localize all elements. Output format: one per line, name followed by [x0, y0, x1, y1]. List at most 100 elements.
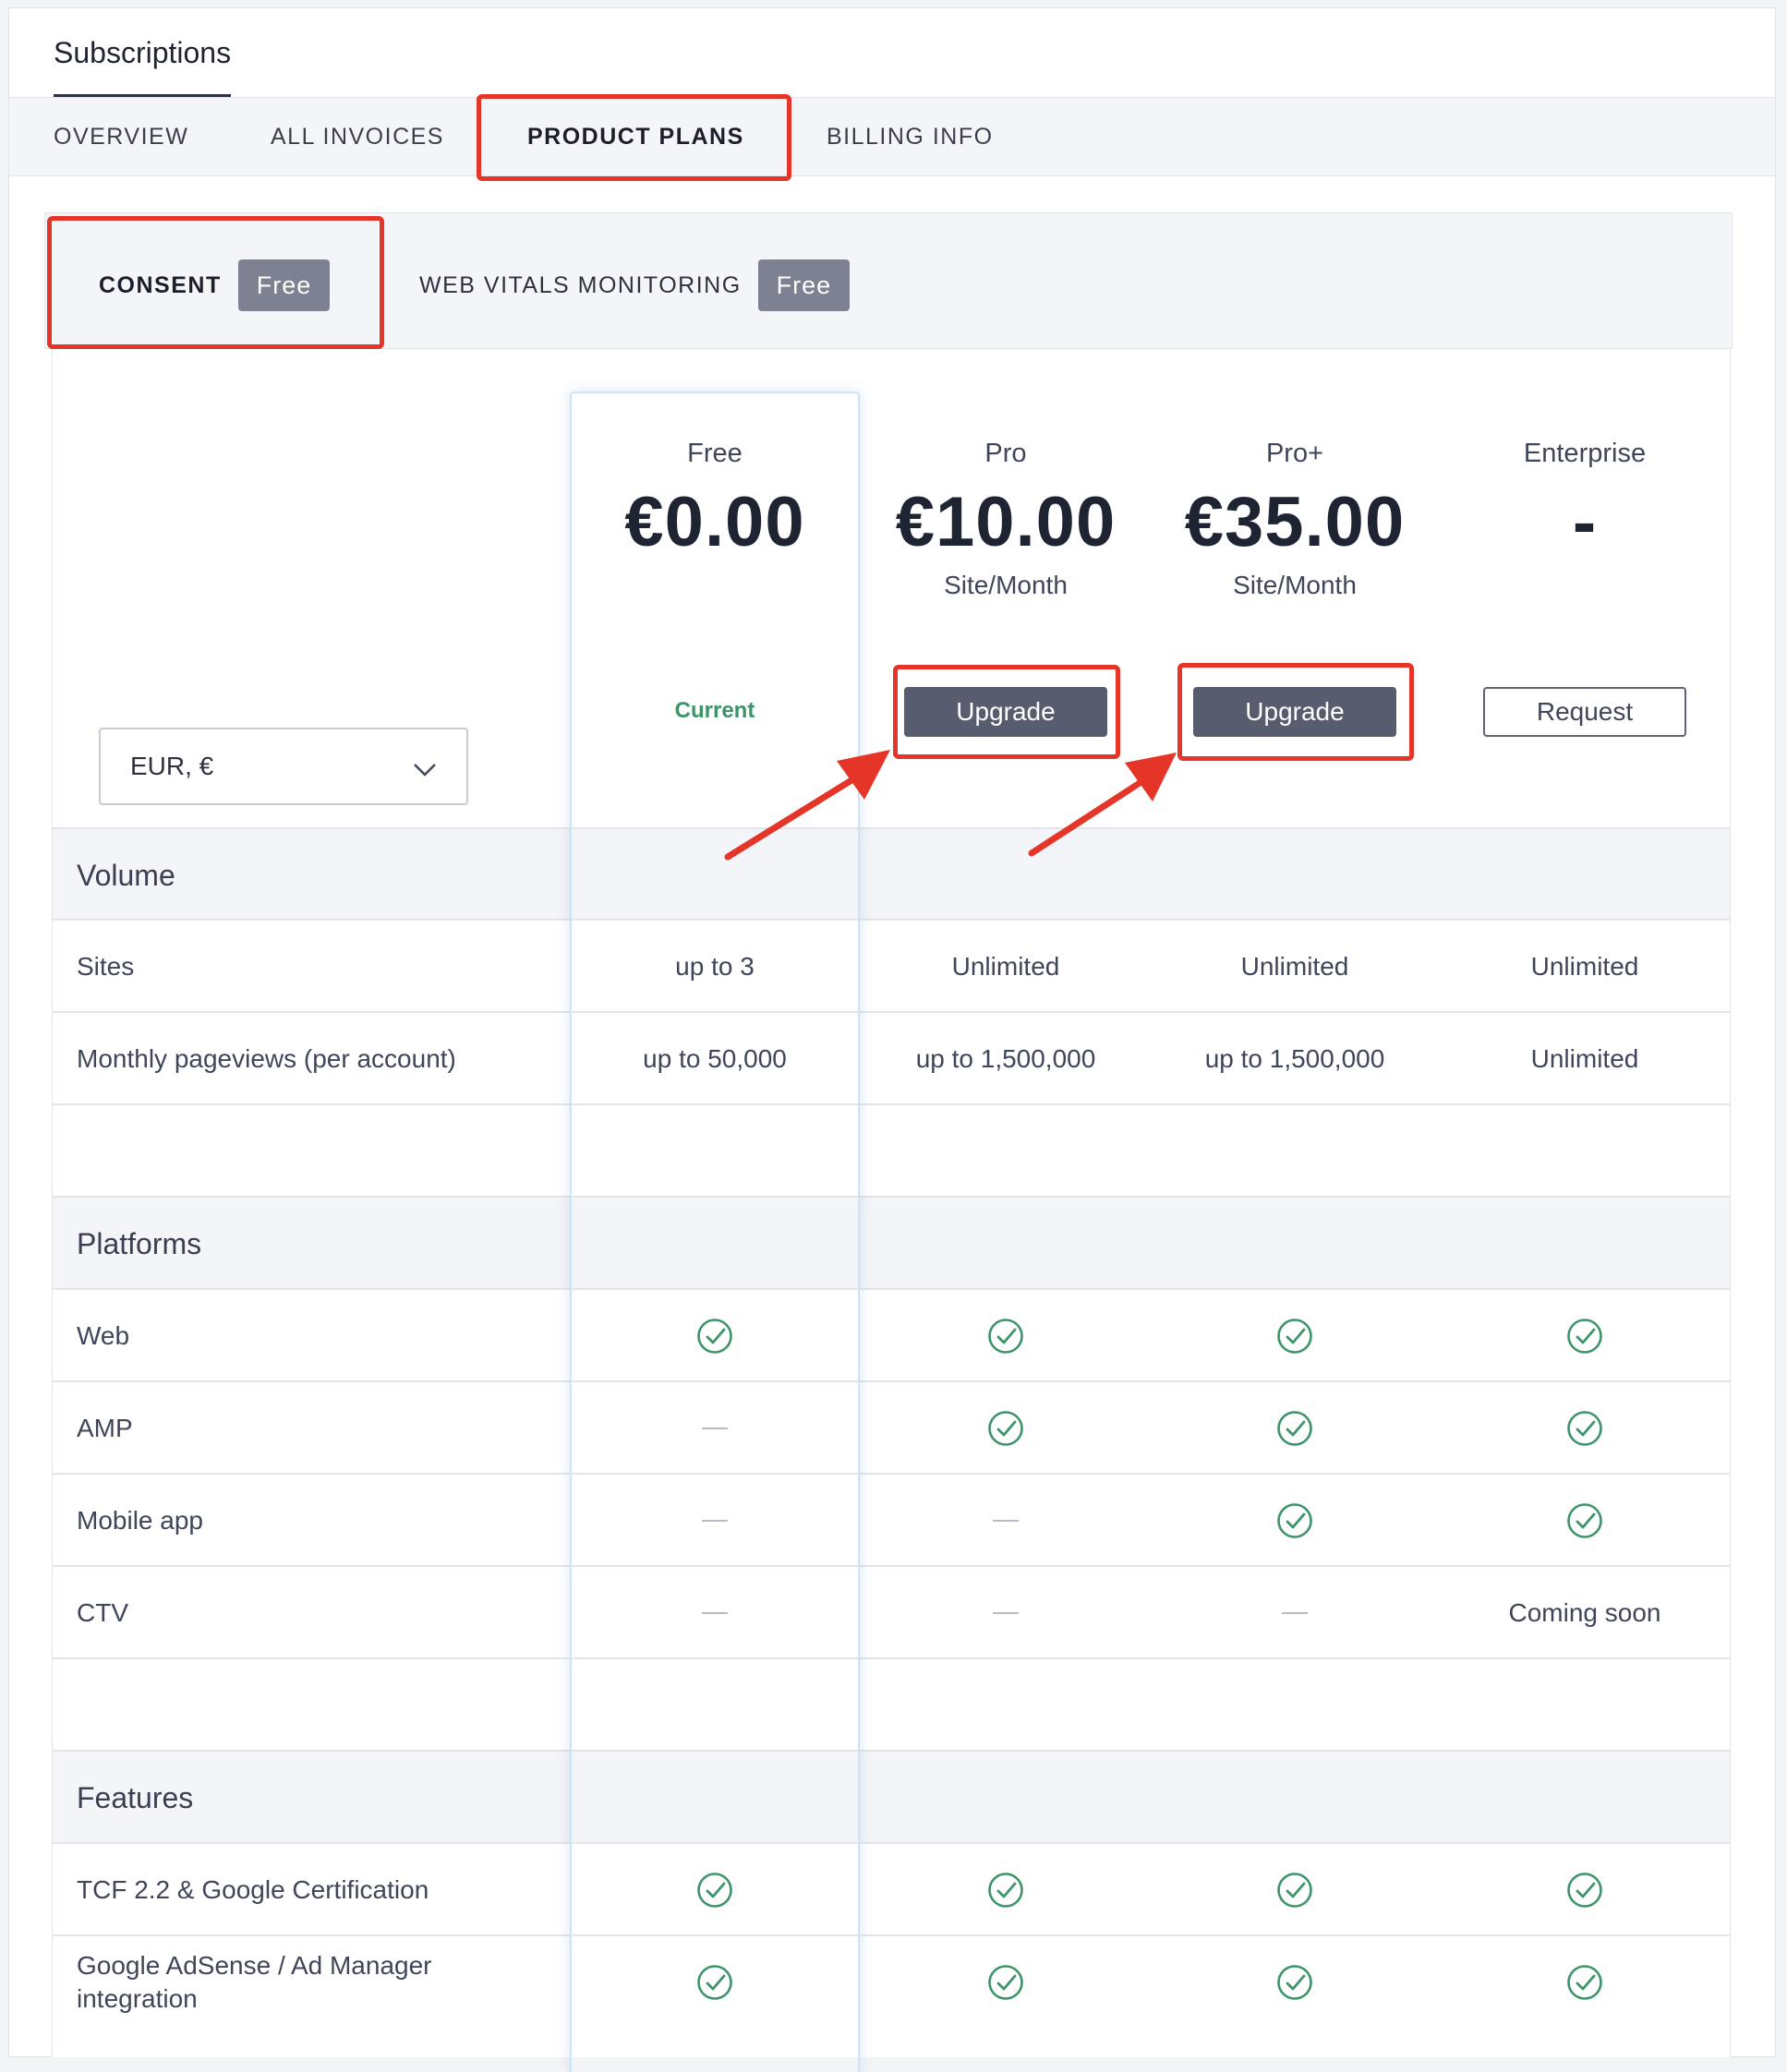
- sub-tab-web-vitals-label: WEB VITALS MONITORING: [419, 271, 742, 298]
- row-amp: AMP: [53, 1380, 1730, 1473]
- check-icon: [697, 1319, 732, 1354]
- plan-price-pro: €10.00: [895, 483, 1117, 561]
- check-icon: [1567, 1873, 1602, 1908]
- web-enterprise: [1446, 1290, 1723, 1382]
- check-icon: [1277, 1411, 1312, 1446]
- row-tcf-label: TCF 2.2 & Google Certification: [77, 1875, 429, 1904]
- row-ctv: CTV Coming soon: [53, 1565, 1730, 1657]
- ctv-free: [576, 1567, 853, 1659]
- check-icon: [988, 1319, 1023, 1354]
- tcf-enterprise: [1446, 1844, 1723, 1936]
- row-sites: Sites up to 3 Unlimited Unlimited Unlimi…: [53, 919, 1730, 1011]
- dash-icon: [1282, 1612, 1308, 1614]
- plan-unit-pro-plus: Site/Month: [1233, 571, 1357, 599]
- check-icon: [1567, 1503, 1602, 1538]
- check-icon: [988, 1411, 1023, 1446]
- section-features-label: Features: [77, 1781, 194, 1814]
- row-sites-label: Sites: [77, 952, 135, 981]
- dash-icon: [993, 1520, 1019, 1522]
- sites-free: up to 3: [675, 952, 755, 981]
- tab-all-invoices[interactable]: ALL INVOICES: [271, 98, 444, 175]
- tcf-pro: [867, 1844, 1144, 1936]
- row-ctv-label: CTV: [77, 1598, 128, 1627]
- check-icon: [1277, 1965, 1312, 2000]
- amp-enterprise: [1446, 1382, 1723, 1475]
- product-sub-tabs: CONSENT Free WEB VITALS MONITORING Free: [44, 212, 1733, 349]
- upgrade-pro-button[interactable]: Upgrade: [904, 687, 1107, 737]
- row-adsense-label: Google AdSense / Ad Manager integration: [77, 1951, 432, 2013]
- dash-icon: [702, 1520, 728, 1522]
- plan-name-pro-plus: Pro+: [1265, 439, 1324, 468]
- check-icon: [1277, 1503, 1312, 1538]
- consent-free-badge: Free: [237, 259, 331, 311]
- current-plan-label: Current: [674, 698, 755, 723]
- dash-icon: [702, 1612, 728, 1614]
- ctv-pro: [867, 1567, 1144, 1659]
- adsense-pro: [867, 1936, 1144, 2029]
- tab-product-plans[interactable]: PRODUCT PLANS: [527, 98, 744, 175]
- plan-name-pro: Pro: [984, 439, 1027, 468]
- check-icon: [1277, 1873, 1312, 1908]
- currency-value: EUR, €: [130, 752, 214, 780]
- section-volume-label: Volume: [77, 859, 175, 892]
- sub-tab-web-vitals[interactable]: WEB VITALS MONITORING Free: [419, 259, 851, 311]
- pageviews-enterprise: Unlimited: [1530, 1044, 1639, 1073]
- mobile-pro: [867, 1475, 1144, 1567]
- sub-tab-consent[interactable]: CONSENT Free: [99, 259, 331, 311]
- plan-price-free: €0.00: [624, 483, 805, 561]
- row-tcf: TCF 2.2 & Google Certification: [53, 1842, 1730, 1934]
- check-icon: [1567, 1319, 1602, 1354]
- sites-enterprise: Unlimited: [1530, 952, 1639, 981]
- tab-overview[interactable]: OVERVIEW: [54, 98, 188, 175]
- dash-icon: [993, 1612, 1019, 1614]
- web-pro-plus: [1156, 1290, 1433, 1382]
- section-volume: Volume: [53, 827, 1730, 920]
- row-pageviews: Monthly pageviews (per account) up to 50…: [53, 1011, 1730, 1103]
- check-icon: [988, 1965, 1023, 2000]
- tab-billing-info[interactable]: BILLING INFO: [827, 98, 994, 175]
- tcf-free: [576, 1844, 853, 1936]
- ctv-enterprise: Coming soon: [1508, 1598, 1661, 1627]
- page-title: Subscriptions: [54, 36, 232, 101]
- plan-name-free: Free: [687, 439, 743, 468]
- web-vitals-free-badge: Free: [757, 259, 851, 311]
- tcf-pro-plus: [1156, 1844, 1433, 1936]
- check-icon: [1277, 1319, 1312, 1354]
- plan-name-enterprise: Enterprise: [1523, 439, 1647, 468]
- amp-pro: [867, 1382, 1144, 1475]
- row-mobile-label: Mobile app: [77, 1506, 203, 1535]
- main-tabs: OVERVIEW ALL INVOICES PRODUCT PLANS BILL…: [9, 97, 1775, 176]
- row-pageviews-label: Monthly pageviews (per account): [77, 1044, 456, 1073]
- web-free: [576, 1290, 853, 1382]
- sub-tab-consent-label: CONSENT: [99, 271, 222, 298]
- mobile-pro-plus: [1156, 1475, 1433, 1567]
- upgrade-pro-plus-button[interactable]: Upgrade: [1193, 687, 1396, 737]
- title-area: Subscriptions: [9, 8, 1775, 101]
- sites-pro: Unlimited: [951, 952, 1060, 981]
- row-amp-label: AMP: [77, 1414, 133, 1442]
- sites-pro-plus: Unlimited: [1240, 952, 1349, 981]
- check-icon: [988, 1873, 1023, 1908]
- pageviews-pro-plus: up to 1,500,000: [1204, 1044, 1385, 1073]
- currency-select[interactable]: EUR, €: [99, 728, 468, 805]
- row-mobile: Mobile app: [53, 1473, 1730, 1565]
- plan-unit-pro: Site/Month: [944, 571, 1068, 599]
- check-icon: [1567, 1411, 1602, 1446]
- chevron-down-icon: [414, 764, 436, 777]
- mobile-enterprise: [1446, 1475, 1723, 1567]
- dash-icon: [702, 1428, 728, 1429]
- section-platforms-label: Platforms: [77, 1227, 202, 1260]
- adsense-enterprise: [1446, 1936, 1723, 2029]
- pageviews-free: up to 50,000: [643, 1044, 787, 1073]
- pageviews-pro: up to 1,500,000: [915, 1044, 1096, 1073]
- section-platforms: Platforms: [53, 1196, 1730, 1288]
- section-features: Features: [53, 1750, 1730, 1842]
- plan-price-pro-plus: €35.00: [1184, 483, 1406, 561]
- plan-price-enterprise: -: [1572, 483, 1598, 561]
- row-adsense: Google AdSense / Ad Manager integration: [53, 1934, 1730, 2027]
- check-icon: [1567, 1965, 1602, 2000]
- mobile-free: [576, 1475, 853, 1567]
- amp-free: [576, 1382, 853, 1475]
- web-pro: [867, 1290, 1144, 1382]
- request-enterprise-button[interactable]: Request: [1483, 687, 1686, 737]
